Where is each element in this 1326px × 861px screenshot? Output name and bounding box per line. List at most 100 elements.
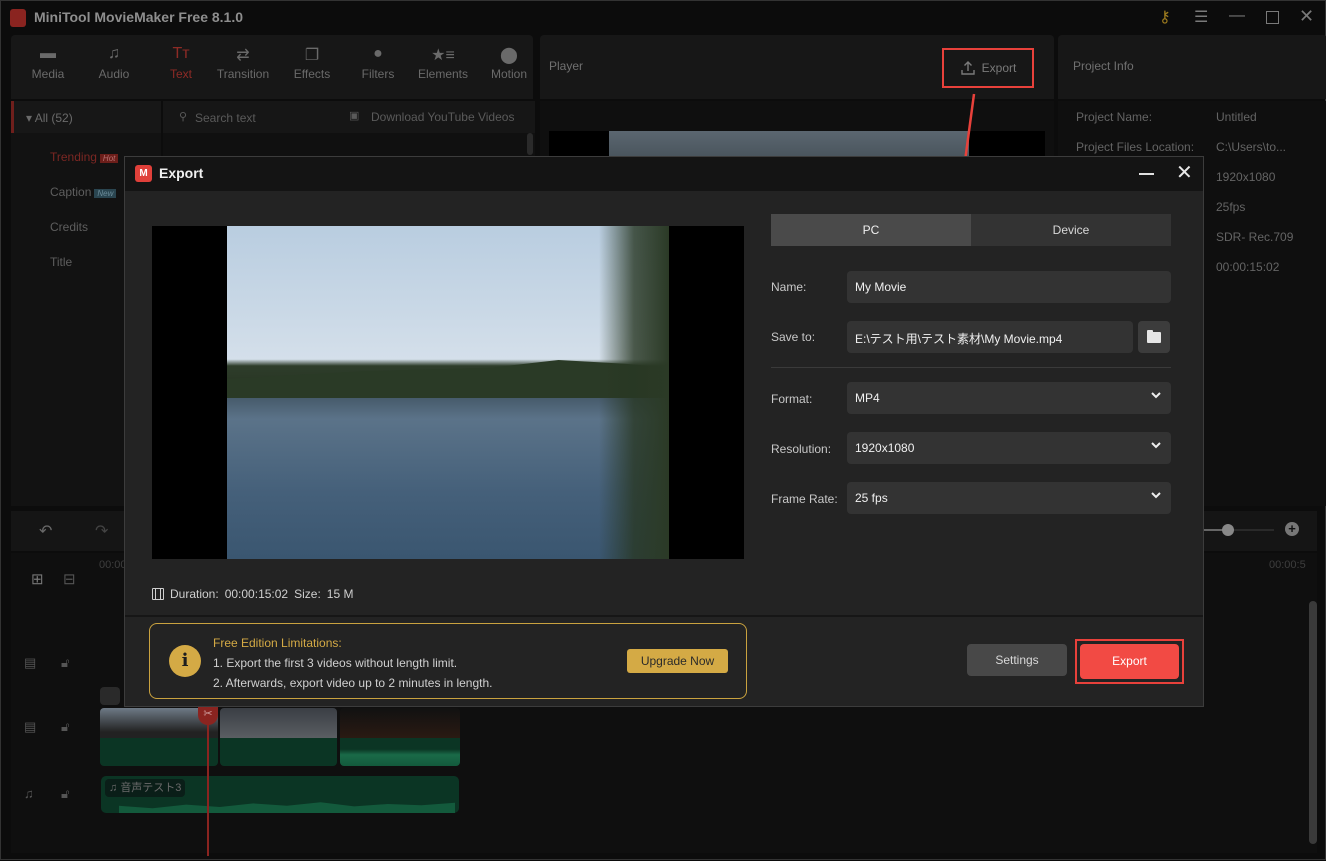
redo-icon[interactable]: ↷ [95, 521, 108, 541]
category-credits[interactable]: Credits [50, 220, 88, 234]
tool-label: Transition [216, 67, 270, 81]
app-logo-icon [10, 9, 26, 27]
upload-icon [960, 61, 975, 75]
minimize-icon[interactable]: — [1229, 7, 1245, 25]
audio-clip[interactable]: ♫ 音声テスト3 [101, 776, 459, 813]
frame-rate-select[interactable]: 25 fps [847, 482, 1171, 514]
text-list-scrollbar[interactable] [527, 133, 533, 155]
folder-icon: ▬ [40, 45, 56, 62]
menu-icon[interactable]: ☰ [1194, 7, 1208, 27]
video-clip[interactable] [220, 708, 337, 766]
timeline-scrollbar[interactable] [1309, 601, 1317, 844]
browse-folder-button[interactable] [1138, 321, 1170, 353]
maximize-icon[interactable] [1266, 11, 1279, 24]
tool-motion[interactable]: ⬤ Motion [476, 45, 542, 81]
image-clip-icon[interactable] [100, 687, 120, 705]
undo-icon[interactable]: ↶ [39, 521, 52, 541]
download-youtube-link[interactable]: Download YouTube Videos [371, 110, 514, 124]
category-trending[interactable]: Trending Hot [50, 150, 119, 164]
info-value: 25fps [1216, 200, 1246, 214]
app-logo-icon: M [135, 165, 152, 182]
notice-line: 2. Afterwards, export video up to 2 minu… [213, 676, 493, 690]
tool-label: Elements [417, 67, 469, 81]
upgrade-now-button[interactable]: Upgrade Now [627, 649, 728, 673]
key-icon[interactable]: ⚷ [1159, 7, 1171, 27]
tool-label: Text [169, 67, 192, 81]
tool-filters[interactable]: ● Filters [345, 45, 411, 81]
music-note-icon: ♫ [108, 45, 120, 62]
tool-media[interactable]: ▬ Media [15, 45, 81, 81]
tab-device[interactable]: Device [971, 214, 1171, 246]
search-input[interactable]: Search text [195, 111, 256, 125]
video-track-icon: ▤ [24, 655, 37, 670]
category-label: Caption [50, 185, 92, 199]
swap-arrows-icon: ⇄ [236, 47, 250, 64]
add-track-icon[interactable]: ⊞ [31, 570, 44, 588]
close-icon[interactable]: ✕ [1299, 6, 1314, 27]
format-value: MP4 [855, 391, 880, 405]
ruler-start: 00:00 [99, 559, 127, 571]
divider [771, 367, 1171, 368]
format-select[interactable]: MP4 [847, 382, 1171, 414]
tool-effects[interactable]: ❐ Effects [279, 45, 345, 81]
tool-text[interactable]: Tт Text [148, 45, 214, 81]
category-label: Credits [50, 220, 89, 234]
tab-pc[interactable]: PC [771, 214, 971, 246]
zoom-slider-handle[interactable] [1222, 524, 1234, 536]
lock-icon[interactable]: 🔓︎ [61, 719, 69, 735]
category-all[interactable]: ▾ All (52) [11, 101, 161, 133]
text-icon: Tт [172, 45, 190, 62]
tool-label: Motion [490, 67, 528, 81]
free-edition-notice: i Free Edition Limitations: 1. Export th… [149, 623, 747, 699]
remove-track-icon[interactable]: ⊟ [63, 570, 76, 588]
tool-transition[interactable]: ⇄ Transition [210, 45, 276, 81]
export-button-highlight: Export [1075, 639, 1184, 684]
audio-waveform [119, 802, 455, 813]
category-label: Trending [50, 150, 97, 164]
caret-down-icon: ▾ [26, 111, 35, 125]
duration-info: Duration: 00:00:15:02 Size: 15 M [152, 587, 353, 601]
tool-elements[interactable]: ★≡ Elements [410, 45, 476, 81]
music-note-icon: ♫ [109, 782, 121, 794]
video-clip[interactable] [340, 708, 460, 766]
info-value: C:\Users\to... [1216, 140, 1287, 154]
duration-value: 00:00:15:02 [224, 587, 289, 601]
chevron-down-icon [1151, 442, 1161, 449]
export-top-button[interactable]: Export [942, 48, 1034, 88]
lock-icon[interactable]: 🔓︎ [61, 786, 69, 802]
export-button[interactable]: Export [1080, 644, 1179, 679]
search-icon: ⚲ [179, 111, 188, 123]
hot-badge: Hot [99, 154, 119, 163]
info-icon: i [169, 645, 201, 677]
name-input[interactable]: My Movie [847, 271, 1171, 303]
motion-ball-icon: ⬤ [500, 47, 518, 64]
save-to-input[interactable]: E:\テスト用\テスト素材\My Movie.mp4 [847, 321, 1133, 353]
frame-rate-value: 25 fps [855, 491, 888, 505]
playhead[interactable] [207, 706, 209, 856]
tool-audio[interactable]: ♫ Audio [81, 45, 147, 81]
category-all-label: All (52) [34, 111, 73, 125]
size-label: Size: [294, 587, 321, 601]
resolution-select[interactable]: 1920x1080 [847, 432, 1171, 464]
title-bar: MiniTool MovieMaker Free 8.1.0 ⚷ ☰ — ✕ [1, 1, 1326, 35]
dialog-minimize-icon[interactable] [1139, 173, 1154, 175]
project-info-title: Project Info [1073, 59, 1134, 73]
circles-icon: ● [373, 45, 383, 62]
lock-icon[interactable]: 🔓︎ [61, 655, 69, 671]
audio-clip-label: ♫ 音声テスト3 [105, 779, 186, 797]
resolution-value: 1920x1080 [855, 441, 915, 455]
notice-line: 1. Export the first 3 videos without len… [213, 656, 458, 670]
tool-label: Audio [98, 67, 130, 81]
zoom-slider[interactable] [1204, 524, 1274, 536]
settings-button[interactable]: Settings [967, 644, 1067, 676]
footer-divider [125, 615, 1203, 617]
category-caption[interactable]: Caption New [50, 185, 117, 199]
dialog-close-icon[interactable]: ✕ [1176, 162, 1193, 184]
info-value: 1920x1080 [1216, 170, 1276, 184]
zoom-in-icon[interactable]: + [1285, 522, 1299, 536]
duration-label: Duration: [170, 587, 219, 601]
category-title[interactable]: Title [50, 255, 72, 269]
project-info-header: Project Info [1058, 35, 1326, 99]
film-icon [152, 588, 164, 600]
dialog-title-bar: M Export ✕ [125, 157, 1203, 191]
